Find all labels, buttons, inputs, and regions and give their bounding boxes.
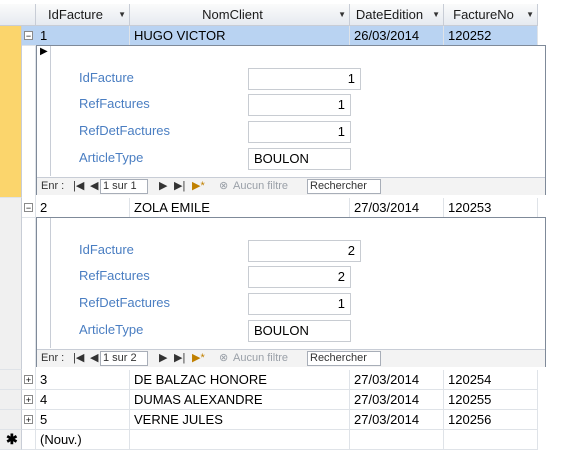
label-reffactures: RefFactures [79,96,150,111]
minus-icon[interactable]: − [24,31,33,41]
plus-icon[interactable]: + [24,415,33,425]
field-reffactures[interactable]: 2 [248,266,351,288]
label-refdetfactures: RefDetFactures [79,123,171,138]
field-idfacture[interactable]: 2 [248,240,361,262]
field-refdetfactures[interactable]: 1 [248,293,351,315]
first-record-icon[interactable]: |◀ [73,350,84,367]
record-navigation: Enr : |◀ ◀ 1 sur 1 ▶ ▶| ▶* ⊗ Aucun filtr… [37,177,545,195]
record-selector-1[interactable] [0,26,22,198]
field-idfacture[interactable]: 1 [248,68,361,90]
table-row[interactable]: 1 HUGO VICTOR 26/03/2014 120252 [22,26,538,46]
column-header-factureno[interactable]: FactureNo ▼ [444,4,538,26]
subform-1: ▶ IdFacture 1 RefFactures 1 RefDetFactur… [36,45,546,195]
dropdown-arrow-icon[interactable]: ▼ [432,4,440,25]
dropdown-arrow-icon[interactable]: ▼ [118,4,126,25]
table-row[interactable]: 3 DE BALZAC HONORE 27/03/2014 120254 [22,370,538,390]
column-header-dateedition[interactable]: DateEdition ▼ [350,4,444,26]
last-record-icon[interactable]: ▶| [174,350,185,367]
plus-icon[interactable]: + [24,395,33,405]
next-record-icon[interactable]: ▶ [159,350,167,367]
column-header-nomclient[interactable]: NomClient ▼ [130,4,350,26]
previous-record-icon[interactable]: ◀ [90,178,98,195]
label-articletype: ArticleType [79,322,144,337]
dropdown-arrow-icon[interactable]: ▼ [338,4,346,25]
funnel-icon[interactable]: ⊗ [219,178,228,195]
record-navigation: Enr : |◀ ◀ 1 sur 2 ▶ ▶| ▶* ⊗ Aucun filtr… [37,349,545,367]
select-all-corner[interactable] [0,4,36,26]
field-articletype[interactable]: BOULON [248,148,351,170]
minus-icon[interactable]: − [24,203,33,213]
label-articletype: ArticleType [79,150,144,165]
field-reffactures[interactable]: 1 [248,94,351,116]
funnel-icon[interactable]: ⊗ [219,350,228,367]
label-idfacture: IdFacture [79,242,134,257]
new-record-row[interactable]: (Nouv.) [22,430,538,450]
no-filter-button[interactable]: Aucun filtre [233,350,288,367]
table-row[interactable]: 4 DUMAS ALEXANDRE 27/03/2014 120255 [22,390,538,410]
table-row[interactable]: 2 ZOLA EMILE 27/03/2014 120253 [22,198,538,218]
record-selector-3[interactable] [0,370,22,390]
subform-record-selector[interactable]: ▶ [37,46,51,176]
label-idfacture: IdFacture [79,70,134,85]
record-number-input[interactable]: 1 sur 1 [100,179,148,194]
last-record-icon[interactable]: ▶| [174,178,185,195]
new-record-icon[interactable]: ▶* [192,350,205,367]
field-articletype[interactable]: BOULON [248,320,351,342]
previous-record-icon[interactable]: ◀ [90,350,98,367]
new-record-icon[interactable]: ▶* [192,178,205,195]
plus-icon[interactable]: + [24,375,33,385]
asterisk-icon: ✱ [6,431,18,447]
record-selector-5[interactable] [0,410,22,430]
triangle-right-icon: ▶ [40,46,48,57]
dropdown-arrow-icon[interactable]: ▼ [526,4,534,25]
search-input[interactable]: Rechercher [307,179,381,194]
next-record-icon[interactable]: ▶ [159,178,167,195]
first-record-icon[interactable]: |◀ [73,178,84,195]
subform-2: IdFacture 2 RefFactures 2 RefDetFactures… [36,217,546,367]
column-header-idfacture[interactable]: IdFacture ▼ [36,4,130,26]
search-input[interactable]: Rechercher [307,351,381,366]
field-refdetfactures[interactable]: 1 [248,121,351,143]
record-selector-4[interactable] [0,390,22,410]
subform-record-selector[interactable] [37,218,51,348]
label-refdetfactures: RefDetFactures [79,295,171,310]
record-selector-2[interactable] [0,198,22,370]
label-reffactures: RefFactures [79,268,150,283]
table-row[interactable]: 5 VERNE JULES 27/03/2014 120256 [22,410,538,430]
record-number-input[interactable]: 1 sur 2 [100,351,148,366]
no-filter-button[interactable]: Aucun filtre [233,178,288,195]
